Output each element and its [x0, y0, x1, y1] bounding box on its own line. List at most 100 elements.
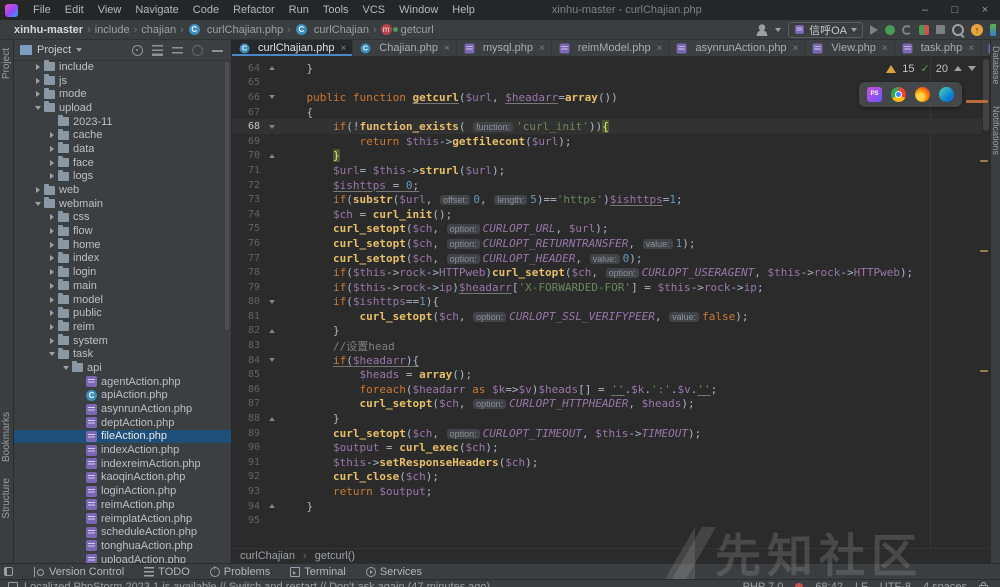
tree-item-system[interactable]: system — [14, 334, 231, 348]
fold-icon[interactable] — [264, 329, 280, 333]
code-editor[interactable]: 64 }6566 public function getcurl($url, $… — [232, 57, 982, 548]
line-number[interactable]: 76 — [232, 238, 264, 249]
tree-item-login[interactable]: login — [14, 265, 231, 279]
chrome-icon[interactable] — [891, 87, 906, 102]
tree-item-reim[interactable]: reim — [14, 320, 231, 334]
fold-icon[interactable] — [264, 66, 280, 70]
tool-todo[interactable]: TODO — [144, 566, 190, 578]
code-line-90[interactable]: 90 $output = curl_exec($ch); — [232, 440, 982, 455]
breadcrumb-getcurl[interactable]: mgetcurl — [379, 24, 436, 36]
close-icon[interactable]: × — [657, 43, 663, 54]
tree-item-task[interactable]: task — [14, 347, 231, 361]
line-number[interactable]: 68 — [232, 121, 264, 132]
fold-icon[interactable] — [264, 154, 280, 158]
expand-all-icon[interactable] — [152, 45, 163, 56]
menu-view[interactable]: View — [91, 0, 129, 20]
chevron-down-icon[interactable] — [775, 28, 781, 32]
scrollbar-warning-mark[interactable] — [980, 370, 988, 372]
line-number[interactable]: 79 — [232, 282, 264, 293]
tree-item-indexreimAction.php[interactable]: indexreimAction.php — [14, 457, 231, 471]
tree-item-home[interactable]: home — [14, 238, 231, 252]
hide-panel-icon[interactable] — [212, 45, 223, 56]
tab-index.php[interactable]: index.php× — [981, 40, 990, 56]
line-number[interactable]: 67 — [232, 107, 264, 118]
code-line-83[interactable]: 83 //设置head — [232, 338, 982, 353]
line-number[interactable]: 64 — [232, 63, 264, 74]
git-status-icon[interactable] — [795, 583, 803, 587]
tool-strip-structure[interactable]: Structure — [1, 478, 12, 519]
tree-item-model[interactable]: model — [14, 293, 231, 307]
breadcrumb-curlChajian.php[interactable]: CcurlChajian.php — [186, 24, 285, 36]
fold-icon[interactable] — [264, 95, 280, 99]
close-icon[interactable]: × — [340, 43, 346, 54]
tree-item-webmain[interactable]: webmain — [14, 197, 231, 211]
collapse-all-icon[interactable] — [172, 45, 183, 56]
line-number[interactable]: 80 — [232, 296, 264, 307]
prev-issue-icon[interactable] — [954, 66, 962, 71]
tree-scrollbar[interactable] — [225, 62, 229, 330]
fold-icon[interactable] — [264, 358, 280, 362]
line-number[interactable]: 91 — [232, 457, 264, 468]
tree-item-reimAction.php[interactable]: reimAction.php — [14, 498, 231, 512]
line-number[interactable]: 81 — [232, 311, 264, 322]
tree-item-scheduleAction.php[interactable]: scheduleAction.php — [14, 525, 231, 539]
scrollbar-warning-mark[interactable] — [980, 160, 988, 162]
breadcrumb-class[interactable]: curlChajian — [240, 550, 295, 562]
status-php-7.0[interactable]: PHP 7.0 — [743, 581, 784, 587]
line-number[interactable]: 77 — [232, 253, 264, 264]
gear-icon[interactable] — [192, 45, 203, 56]
tree-item-include[interactable]: include — [14, 60, 231, 74]
phpstorm-preview-icon[interactable]: PS — [867, 87, 882, 102]
tree-item-upload[interactable]: upload — [14, 101, 231, 115]
code-line-88[interactable]: 88 } — [232, 411, 982, 426]
code-line-85[interactable]: 85 $heads = array(); — [232, 367, 982, 382]
close-icon[interactable]: × — [444, 43, 450, 54]
line-number[interactable]: 89 — [232, 428, 264, 439]
code-line-92[interactable]: 92 curl_close($ch); — [232, 470, 982, 485]
line-number[interactable]: 86 — [232, 384, 264, 395]
code-line-82[interactable]: 82 } — [232, 324, 982, 339]
close-icon[interactable]: × — [539, 43, 545, 54]
tool-problems[interactable]: Problems — [210, 566, 270, 578]
search-icon[interactable] — [952, 24, 964, 36]
code-line-93[interactable]: 93 return $output; — [232, 484, 982, 499]
menu-refactor[interactable]: Refactor — [226, 0, 282, 20]
code-line-95[interactable]: 95 — [232, 513, 982, 528]
tree-item-index[interactable]: index — [14, 252, 231, 266]
stop-button[interactable] — [936, 25, 945, 34]
tab-reimModel.php[interactable]: reimModel.php× — [552, 40, 670, 56]
code-line-69[interactable]: 69 return $this->getfilecont($url); — [232, 134, 982, 149]
close-icon[interactable]: × — [968, 43, 974, 54]
tool-services[interactable]: Services — [366, 566, 422, 578]
line-number[interactable]: 90 — [232, 442, 264, 453]
tree-item-data[interactable]: data — [14, 142, 231, 156]
line-number[interactable]: 70 — [232, 150, 264, 161]
chevron-down-icon[interactable] — [76, 48, 82, 52]
tool-strip-database[interactable]: Database — [991, 46, 1000, 85]
line-number[interactable]: 85 — [232, 369, 264, 380]
locate-file-icon[interactable] — [132, 45, 143, 56]
tool-strip-project[interactable]: Project — [1, 48, 12, 79]
code-line-72[interactable]: 72 $ishttps = 0; — [232, 178, 982, 193]
line-number[interactable]: 93 — [232, 486, 264, 497]
line-number[interactable]: 84 — [232, 355, 264, 366]
tree-item-tonghuaAction.php[interactable]: tonghuaAction.php — [14, 539, 231, 553]
tree-item-reimplatAction.php[interactable]: reimplatAction.php — [14, 512, 231, 526]
line-number[interactable]: 72 — [232, 180, 264, 191]
code-line-80[interactable]: 80 if($ishttps==1){ — [232, 295, 982, 310]
code-line-68[interactable]: 68 if(!function_exists( function:'curl_i… — [232, 119, 982, 134]
line-number[interactable]: 95 — [232, 515, 264, 526]
code-line-86[interactable]: 86 foreach($headarr as $k=>$v)$heads[] =… — [232, 382, 982, 397]
tree-item-fileAction.php[interactable]: fileAction.php — [14, 430, 231, 444]
code-line-89[interactable]: 89 curl_setopt($ch, option:CURLOPT_TIMEO… — [232, 426, 982, 441]
tree-item-public[interactable]: public — [14, 306, 231, 320]
code-line-70[interactable]: 70 } — [232, 149, 982, 164]
line-number[interactable]: 94 — [232, 501, 264, 512]
menu-edit[interactable]: Edit — [58, 0, 91, 20]
tab-mysql.php[interactable]: mysql.php× — [457, 40, 552, 56]
next-issue-icon[interactable] — [968, 66, 976, 71]
menu-tools[interactable]: Tools — [316, 0, 356, 20]
tree-item-deptAction.php[interactable]: deptAction.php — [14, 416, 231, 430]
code-line-77[interactable]: 77 curl_setopt($ch, option:CURLOPT_HEADE… — [232, 251, 982, 266]
line-number[interactable]: 87 — [232, 398, 264, 409]
